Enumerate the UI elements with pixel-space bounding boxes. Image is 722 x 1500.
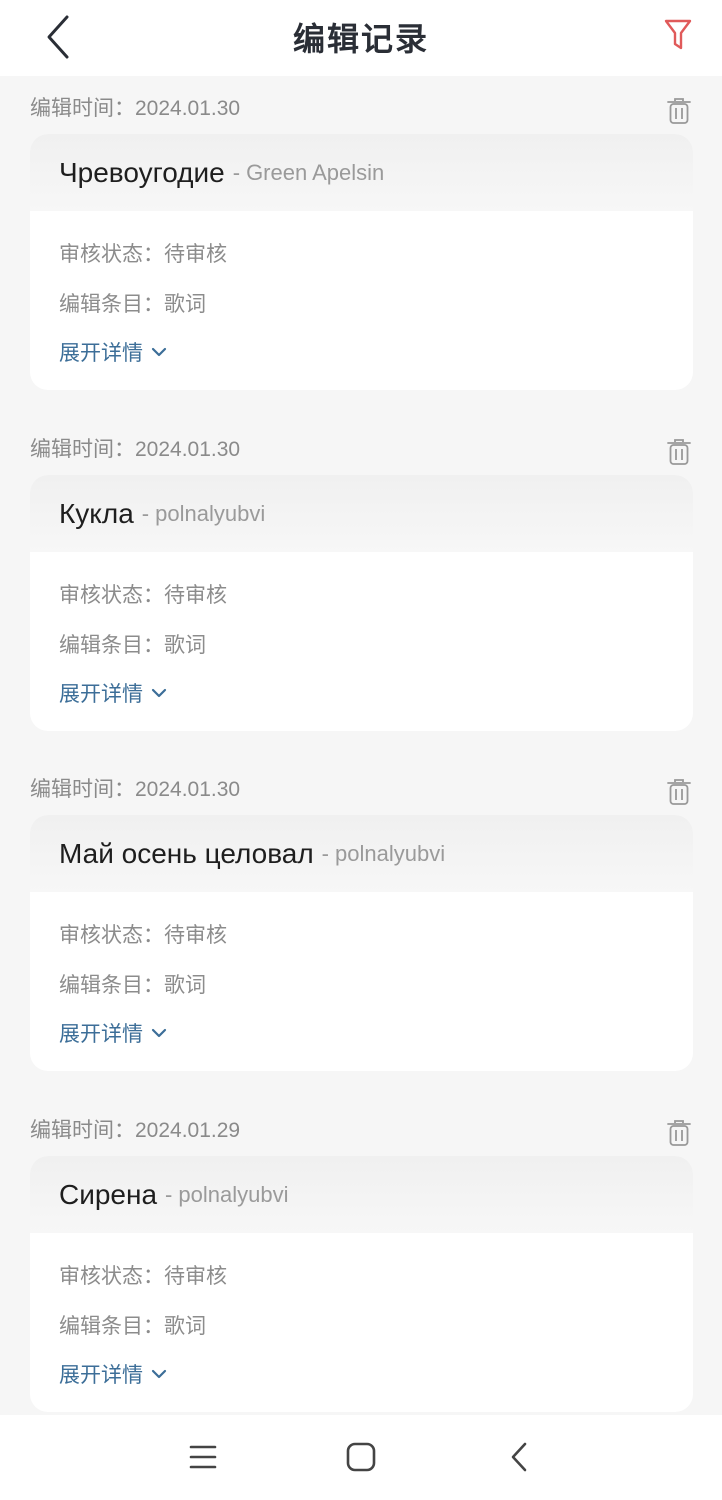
song-artist: polnalyubvi <box>335 840 446 866</box>
record-item: 编辑时间：2024.01.30 Май осень целовал - poln… <box>0 757 722 1077</box>
song-artist: Green Apelsin <box>246 159 385 185</box>
review-status: 审核状态：待审核 <box>59 1265 227 1288</box>
edit-item: 编辑条目：歌词 <box>59 974 206 997</box>
edit-time: 编辑时间：2024.01.30 <box>30 438 241 461</box>
filter-icon <box>664 19 692 50</box>
song-artist: polnalyubvi <box>178 1181 289 1207</box>
chevron-down-icon <box>151 688 167 698</box>
card-header: Май осень целовал - polnalyubvi <box>30 815 693 892</box>
review-status: 审核状态：待审核 <box>59 584 227 607</box>
system-back-button[interactable] <box>494 1435 544 1479</box>
record-card[interactable]: Сирена - polnalyubvi 审核状态：待审核 编辑条目：歌词 展开… <box>30 1156 693 1412</box>
delete-button[interactable] <box>664 96 694 126</box>
expand-details-button[interactable]: 展开详情 <box>59 337 167 367</box>
app-header: 编辑记录 <box>0 0 722 76</box>
trash-icon <box>667 1120 691 1146</box>
edit-item: 编辑条目：歌词 <box>59 1315 206 1338</box>
trash-icon <box>667 779 691 805</box>
song-title: Чревоугодие <box>59 156 225 188</box>
back-chevron-icon <box>511 1442 527 1472</box>
expand-details-label: 展开详情 <box>59 683 143 706</box>
title-separator: - <box>141 500 150 526</box>
expand-details-label: 展开详情 <box>59 1023 143 1046</box>
trash-icon <box>667 439 691 465</box>
chevron-down-icon <box>151 347 167 357</box>
card-header: Сирена - polnalyubvi <box>30 1156 693 1233</box>
card-header: Кукла - polnalyubvi <box>30 475 693 552</box>
expand-details-button[interactable]: 展开详情 <box>59 678 167 708</box>
filter-button[interactable] <box>660 14 696 56</box>
edit-item: 编辑条目：歌词 <box>59 293 206 316</box>
edit-item: 编辑条目：歌词 <box>59 634 206 657</box>
review-status: 审核状态：待审核 <box>59 924 227 947</box>
card-header: Чревоугодие - Green Apelsin <box>30 134 693 211</box>
edit-time: 编辑时间：2024.01.29 <box>30 1119 241 1142</box>
record-card[interactable]: Чревоугодие - Green Apelsin 审核状态：待审核 编辑条… <box>30 134 693 390</box>
title-separator: - <box>321 840 329 866</box>
title-separator: - <box>165 1181 173 1207</box>
record-item: 编辑时间：2024.01.29 Сирена - polnalyubvi 审核状… <box>0 1098 722 1418</box>
record-card[interactable]: Май осень целовал - polnalyubvi 审核状态：待审核… <box>30 815 693 1071</box>
system-navigation-bar <box>0 1415 722 1500</box>
record-item: 编辑时间：2024.01.30 Чревоугодие - Green Apel… <box>0 76 722 396</box>
expand-details-button[interactable]: 展开详情 <box>59 1359 167 1389</box>
expand-details-button[interactable]: 展开详情 <box>59 1018 167 1048</box>
chevron-down-icon <box>151 1369 167 1379</box>
edit-time: 编辑时间：2024.01.30 <box>30 97 241 120</box>
expand-details-label: 展开详情 <box>59 342 143 365</box>
title-separator: - <box>232 159 241 185</box>
menu-lines-icon <box>189 1445 217 1469</box>
record-item: 编辑时间：2024.01.30 Кукла - polnalyubvi 审核状态… <box>0 417 722 737</box>
delete-button[interactable] <box>664 437 694 467</box>
song-title: Май осень целовал <box>59 837 314 869</box>
edit-time: 编辑时间：2024.01.30 <box>30 778 241 801</box>
record-card[interactable]: Кукла - polnalyubvi 审核状态：待审核 编辑条目：歌词 展开详… <box>30 475 693 731</box>
home-button[interactable] <box>336 1435 386 1479</box>
home-square-icon <box>346 1442 376 1472</box>
song-title: Сирена <box>59 1178 158 1210</box>
trash-icon <box>667 98 691 124</box>
review-status: 审核状态：待审核 <box>59 243 227 266</box>
expand-details-label: 展开详情 <box>59 1364 143 1387</box>
recents-button[interactable] <box>178 1435 228 1479</box>
page-title: 编辑记录 <box>292 21 429 57</box>
delete-button[interactable] <box>664 1118 694 1148</box>
song-title: Кукла <box>59 497 134 529</box>
chevron-down-icon <box>151 1028 167 1038</box>
song-artist: polnalyubvi <box>155 500 266 526</box>
delete-button[interactable] <box>664 777 694 807</box>
